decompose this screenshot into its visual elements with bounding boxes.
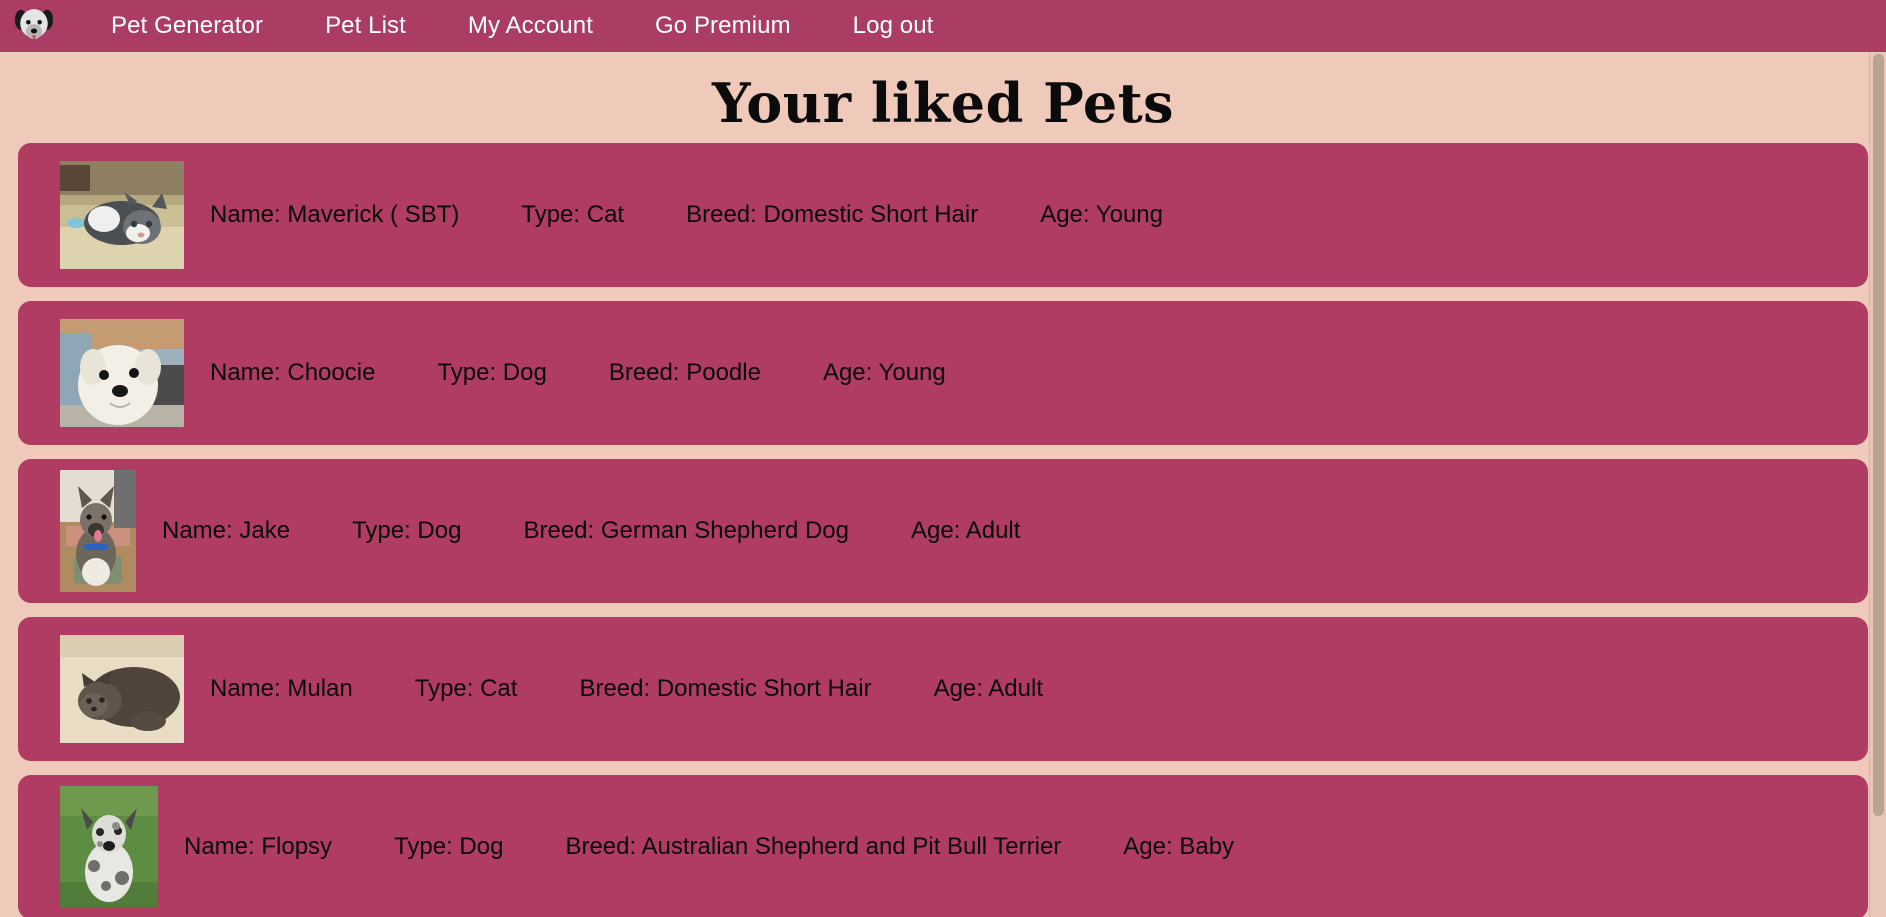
nav-link-pet-list[interactable]: Pet List — [294, 8, 437, 43]
pet-photo — [60, 635, 184, 744]
pet-type: Type: Dog — [394, 833, 504, 861]
dog-face-logo-icon[interactable] — [14, 6, 54, 46]
pet-breed: Breed: Domestic Short Hair — [579, 675, 872, 703]
pet-info: Name: Choocie Type: Dog Breed: Poodle Ag… — [210, 361, 946, 385]
pet-type: Type: Dog — [352, 517, 462, 545]
pet-info: Name: Maverick ( SBT) Type: Cat Breed: D… — [210, 203, 1163, 227]
page-title: Your liked Pets — [711, 71, 1175, 135]
nav-link-go-premium[interactable]: Go Premium — [624, 8, 822, 43]
scrollbar-thumb[interactable] — [1873, 54, 1884, 816]
pet-age: Age: Young — [1040, 201, 1164, 229]
pet-age: Age: Young — [822, 359, 946, 387]
page-content: Your liked Pets Name: Maverick (SBT) Ty… — [0, 52, 1886, 917]
pet-name: Name: Mulan — [210, 675, 353, 703]
nav-links: Pet Generator Pet List My Account Go Pre… — [80, 14, 964, 38]
pet-breed: Breed: Australian Shepherd and Pit Bull … — [565, 833, 1062, 861]
pet-name: Name: Flopsy — [184, 833, 333, 861]
pet-info: Name: Mulan Type: Cat Breed: Domestic Sh… — [210, 677, 1043, 701]
pet-info: Name: Jake Type: Dog Breed: German Sheph… — [162, 519, 1020, 543]
navbar: Pet Generator Pet List My Account Go Pre… — [0, 0, 1886, 52]
pet-name: Name: Jake — [162, 517, 291, 545]
pet-type: Type: Dog — [437, 359, 547, 387]
pet-age: Age: Adult — [911, 517, 1021, 545]
pet-name: Name: Maverick ( SBT) — [210, 201, 460, 229]
pet-breed: Breed: German Shepherd Dog — [523, 517, 849, 545]
vertical-scrollbar[interactable] — [1869, 52, 1886, 917]
pet-info: Name: Flopsy Type: Dog Breed: Australian… — [184, 835, 1234, 859]
nav-link-my-account[interactable]: My Account — [437, 8, 624, 43]
pet-card[interactable]: Name: Choocie Type: Dog Breed: Poodle Ag… — [18, 301, 1868, 446]
pet-photo — [60, 470, 136, 593]
nav-link-log-out[interactable]: Log out — [822, 8, 965, 43]
pet-card[interactable]: Name: Mulan Type: Cat Breed: Domestic Sh… — [18, 617, 1868, 762]
liked-pets-list: Name: Maverick ( SBT) Type: Cat Breed: D… — [0, 143, 1886, 917]
pet-breed: Breed: Domestic Short Hair — [686, 201, 979, 229]
pet-age: Age: Adult — [933, 675, 1043, 703]
pet-breed: Breed: Poodle — [608, 359, 761, 387]
pet-type: Type: Cat — [521, 201, 625, 229]
pet-photo — [60, 319, 184, 428]
nav-link-pet-generator[interactable]: Pet Generator — [80, 8, 294, 43]
pet-type: Type: Cat — [414, 675, 518, 703]
pet-age: Age: Baby — [1123, 833, 1235, 861]
pet-card[interactable]: Name: Flopsy Type: Dog Breed: Australian… — [18, 775, 1868, 917]
pet-card[interactable]: Name: Jake Type: Dog Breed: German Sheph… — [18, 459, 1868, 604]
pet-card[interactable]: Name: Maverick ( SBT) Type: Cat Breed: D… — [18, 143, 1868, 288]
pet-photo — [60, 161, 184, 270]
pet-name: Name: Choocie — [210, 359, 376, 387]
pet-photo — [60, 786, 158, 909]
